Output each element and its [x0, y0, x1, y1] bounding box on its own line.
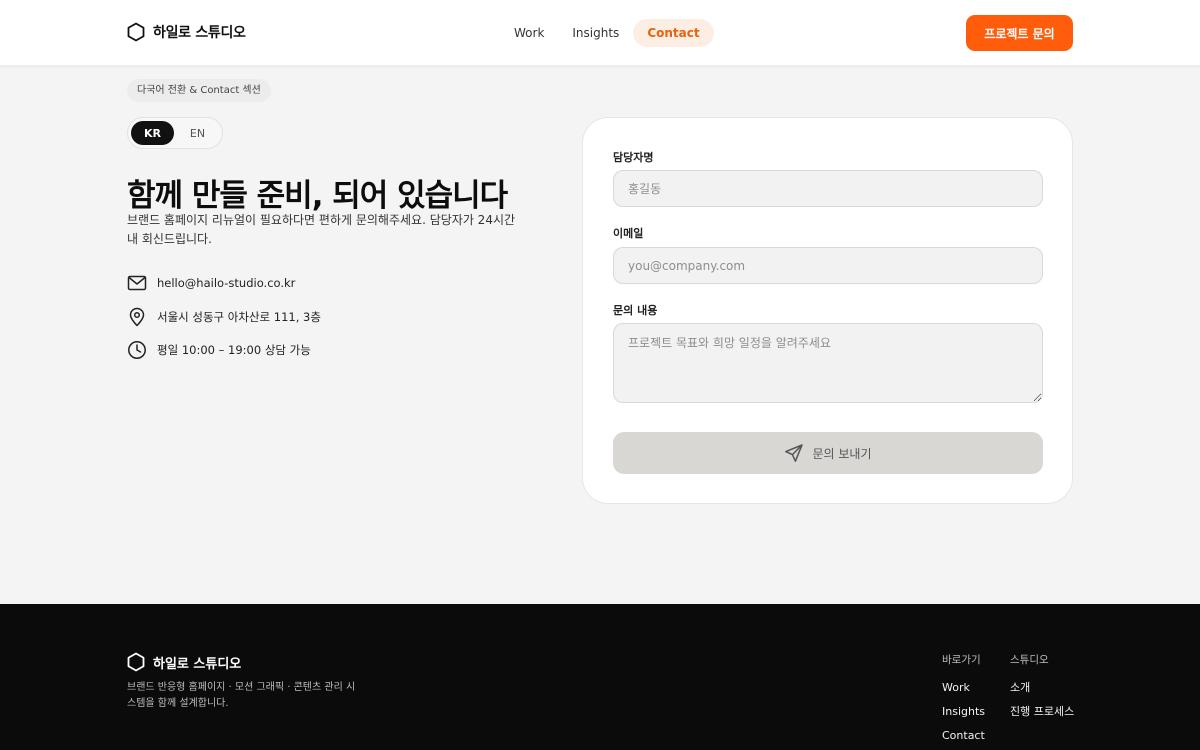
nav-item-insights[interactable]: Insights [558, 19, 633, 47]
footer-link-work[interactable]: Work [942, 681, 985, 705]
info-address: 서울시 성동구 아차산로 111, 3층 [127, 307, 321, 327]
brand-name: 하일로 스튜디오 [153, 25, 246, 41]
footer-link-about[interactable]: 소개 [1010, 681, 1074, 705]
footer-link-contact[interactable]: Contact [942, 729, 985, 750]
hexagon-logo-icon [127, 652, 145, 672]
brand-logo[interactable]: 하일로 스튜디오 [127, 22, 246, 42]
page-title: 함께 만들 준비, 되어 있습니다 [127, 178, 508, 214]
page-subtitle: 브랜드 홈페이지 리뉴얼이 필요하다면 편하게 문의해주세요. 담당자가 24시… [127, 213, 516, 246]
footer-description: 브랜드 반응형 홈페이지 · 모션 그래픽 · 콘텐츠 관리 시스템을 함께 설… [127, 682, 356, 709]
footer-link-insights[interactable]: Insights [942, 705, 985, 729]
info-hours: 평일 10:00 – 19:00 상담 가능 [127, 340, 311, 360]
footer-column-studio: 스튜디오 소개 진행 프로세스 [1010, 652, 1074, 729]
footer-link-process[interactable]: 진행 프로세스 [1010, 705, 1074, 729]
email-input[interactable] [613, 247, 1043, 284]
message-textarea[interactable] [613, 323, 1043, 403]
contact-address: 서울시 성동구 아차산로 111, 3층 [157, 310, 321, 324]
message-label: 문의 내용 [613, 304, 658, 317]
language-toggle: KR EN [127, 117, 223, 149]
hexagon-logo-icon [127, 22, 145, 42]
contact-hours: 평일 10:00 – 19:00 상담 가능 [157, 343, 311, 357]
clock-icon [128, 341, 146, 359]
mail-icon [127, 275, 147, 291]
submit-label: 문의 보내기 [812, 446, 872, 461]
contact-form: 담당자명 이메일 문의 내용 문의 보내기 [582, 117, 1073, 504]
lang-en-button[interactable]: EN [176, 121, 219, 145]
main-nav: Work Insights Contact [500, 19, 714, 47]
contact-email[interactable]: hello@hailo-studio.co.kr [157, 276, 295, 290]
nav-item-work[interactable]: Work [500, 19, 558, 47]
nav-item-contact[interactable]: Contact [633, 19, 714, 47]
footer-column-shortcuts: 바로가기 Work Insights Contact [942, 652, 985, 750]
name-label: 담당자명 [613, 151, 654, 164]
footer-column-title: 스튜디오 [1010, 654, 1049, 666]
lang-kr-button[interactable]: KR [131, 121, 174, 145]
name-input[interactable] [613, 170, 1043, 207]
submit-inquiry-button[interactable]: 문의 보내기 [613, 432, 1043, 474]
footer-brand[interactable]: 하일로 스튜디오 [127, 652, 241, 672]
site-header: 하일로 스튜디오 Work Insights Contact 프로젝트 문의 [0, 0, 1200, 66]
section-tag: 다국어 전환 & Contact 섹션 [127, 79, 271, 102]
site-footer: 하일로 스튜디오 브랜드 반응형 홈페이지 · 모션 그래픽 · 콘텐츠 관리 … [0, 604, 1200, 750]
info-email: hello@hailo-studio.co.kr [127, 274, 295, 292]
footer-brand-name: 하일로 스튜디오 [153, 656, 242, 672]
project-inquiry-button[interactable]: 프로젝트 문의 [966, 15, 1073, 51]
email-label: 이메일 [613, 227, 644, 240]
map-pin-icon [129, 307, 145, 327]
send-icon [785, 444, 804, 462]
footer-column-title: 바로가기 [942, 654, 981, 666]
